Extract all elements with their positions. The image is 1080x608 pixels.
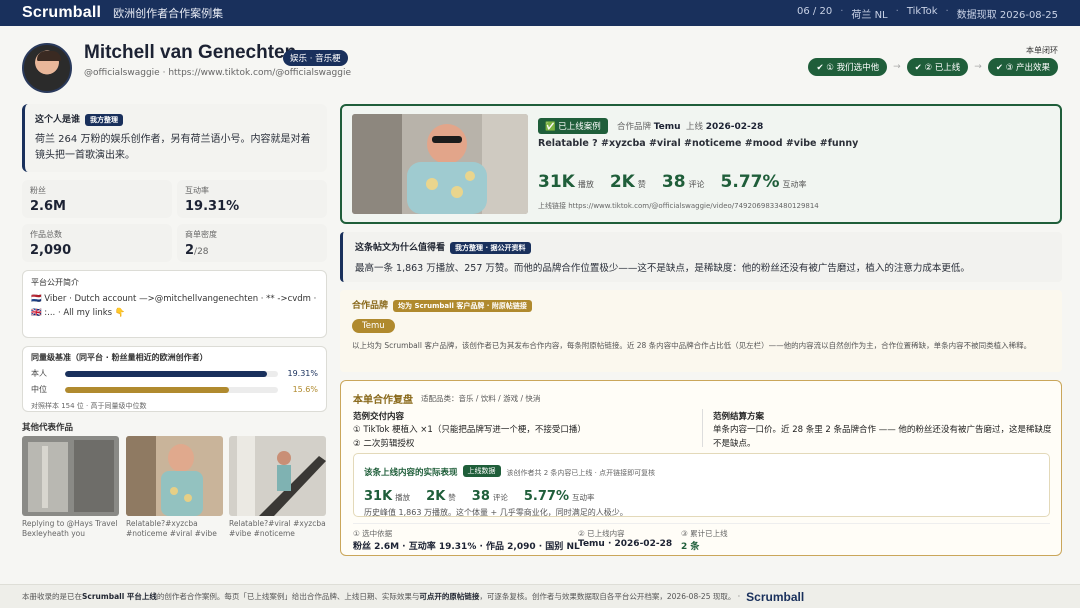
bio-card: 平台公开简介 🇳🇱 Viber · Dutch account —>@mitch… — [22, 270, 327, 338]
step-selected: ✔ ① 我们选中他 — [808, 58, 888, 76]
inner-desc: 历史峰值 1,863 万播放。这个体量 + 几乎零商业化，同时满足的人极少。 — [364, 508, 628, 517]
deliver-item-1: ① TikTok 梗植入 ×1（只能把品牌写进一个梗，不接受口播） — [353, 425, 586, 435]
metric-views: 31K 播放 — [538, 172, 594, 192]
who-desc: 荷兰 264 万粉的娱乐创作者，另有荷兰语小号。内容就是对着镜头把一首歌演出来。 — [35, 133, 311, 161]
metric-engagement: 5.77% 互动率 — [720, 172, 807, 192]
bio-line-2: 🇬🇧 :... · All my links 👇 — [31, 308, 126, 318]
foot-value-3: 2 条 — [681, 542, 700, 552]
other-work-caption-2: Relatable?#xyzcba #noticeme #viral #vibe — [126, 519, 217, 538]
step-live: ✔ ② 已上线 — [906, 58, 969, 76]
region: 荷兰 NL — [851, 9, 888, 21]
divider — [702, 409, 703, 447]
category-tag: 娱乐 · 音乐梗 — [283, 47, 348, 66]
avatar — [22, 43, 72, 93]
inner-metric-engagement: 5.77% 互动率 — [523, 489, 595, 504]
live-post-link[interactable]: 上线链接 https://www.tiktok.com/@officialswa… — [538, 201, 819, 211]
handle: @officialswaggie — [84, 68, 160, 78]
other-work-thumb-2[interactable] — [126, 436, 223, 516]
inner-metrics: 31K 播放 2K 赞 38 评论 5.77% 互动率 — [364, 485, 1039, 504]
benchmark-row-median: 中位 15.6% — [31, 385, 318, 394]
brand-title: 合作品牌 — [352, 301, 389, 311]
inner-metric-likes: 2K 赞 — [426, 489, 456, 504]
why-desc: 最高一条 1,863 万播放、257 万赞。而他的品牌合作位置极少——这不是缺点… — [355, 262, 970, 274]
live-case-tag: ✅ 已上线案例 — [538, 118, 608, 134]
arrow-icon: → — [893, 62, 901, 72]
review-categories: 适配品类：音乐 / 饮料 / 游戏 / 快消 — [421, 394, 541, 403]
arrow-icon: → — [974, 62, 982, 72]
footer: 本册收录的是已在 Scrumball 平台上线 的创作者合作案例。每页「已上线案例… — [0, 584, 1080, 608]
settle-desc: 单条内容一口价。近 28 条里 2 条品牌合作 —— 他的粉丝还没有被广告磨过，… — [713, 425, 1052, 449]
foot-label-1: ① 选中依据 — [353, 529, 393, 538]
inner-tag: 上线数据 — [462, 464, 501, 477]
loop-label: 本单闭环 — [1026, 46, 1058, 55]
live-video-thumbnail[interactable] — [352, 114, 528, 214]
foot-label-3: ③ 累计已上线 — [681, 529, 728, 538]
data-date: 数据现取 2026-08-25 — [956, 9, 1058, 21]
handle-line: @officialswaggie · https://www.tiktok.co… — [84, 68, 351, 78]
inner-metric-comments: 38 评论 — [471, 489, 508, 504]
other-work-caption-3: Relatable?#viral #xyzcba #vibe #noticeme — [229, 519, 326, 538]
metric-likes: 2K 赞 — [609, 172, 646, 192]
other-work-thumb-3[interactable] — [229, 436, 326, 516]
inner-note: 该创作者共 2 条内容已上线 · 点开链接即可复核 — [506, 469, 656, 477]
creator-name: Mitchell van Genechten — [84, 42, 297, 63]
brand-chip-temu[interactable]: Temu — [352, 318, 395, 333]
live-brand-line: 合作品牌 Temu 上线 2026-02-28 — [617, 122, 764, 132]
review-title: 本单合作复盘 — [353, 395, 413, 406]
stat-posts: 作品总数 2,090 — [22, 224, 172, 262]
stat-engagement: 互动率 19.31% — [177, 180, 327, 218]
live-brand: Temu — [653, 122, 681, 132]
live-metrics: 31K 播放 2K 赞 38 评论 5.77% 互动率 — [538, 172, 807, 192]
stat-ad-density: 商单密度 2/28 — [177, 224, 327, 262]
deliver-title: 范例交付内容 — [353, 412, 405, 422]
live-case-card: ✅ 已上线案例 合作品牌 Temu 上线 2026-02-28 Relatabl… — [340, 104, 1062, 224]
profile-link[interactable]: https://www.tiktok.com/@officialswaggie — [168, 68, 351, 78]
benchmark-bar-self — [65, 370, 268, 377]
footer-logo: Scrumball — [746, 589, 805, 604]
review-card: 本单合作复盘 适配品类：音乐 / 饮料 / 游戏 / 快消 范例交付内容 ① T… — [340, 380, 1062, 556]
why-card: 这条帖文为什么值得看 我方整理 · 据公开资料 最高一条 1,863 万播放、25… — [340, 232, 1062, 282]
who-tag: 我方整理 — [85, 113, 124, 126]
live-date: 2026-02-28 — [705, 122, 764, 132]
page-number: 06 / 20 — [797, 5, 833, 17]
book-title: 欧洲创作者合作案例集 — [113, 7, 224, 20]
who-card: 这个人是谁 我方整理 荷兰 264 万粉的娱乐创作者，另有荷兰语小号。内容就是对着… — [22, 104, 327, 172]
other-work-caption-1: Replying to @Hays Travel Bexleyheath you — [22, 519, 118, 538]
benchmark-bar-median — [65, 386, 229, 393]
benchmark-card: 同量级基准（同平台 · 粉丝量相近的欧洲创作者） 本人 19.31% 中位 15… — [22, 346, 327, 412]
settle-title: 范例结算方案 — [713, 412, 765, 422]
divider — [353, 523, 1050, 524]
inner-title: 该条上线内容的实际表现 — [364, 468, 458, 478]
bio-title: 平台公开简介 — [31, 278, 79, 287]
top-bar: Scrumball 欧洲创作者合作案例集 06 / 20 · 荷兰 NL · Tik… — [0, 0, 1080, 26]
benchmark-row-self: 本人 19.31% — [31, 369, 318, 378]
brand-card: 合作品牌 均为 Scrumball 客户品牌 · 附原帖链接 Temu 以上均为 … — [340, 290, 1062, 372]
benchmark-title: 同量级基准（同平台 · 粉丝量相近的欧洲创作者） — [31, 353, 208, 362]
page-meta: 06 / 20 · 荷兰 NL · TikTok · 数据现取 2026-08-25 — [797, 5, 1058, 21]
stat-followers: 粉丝 2.6M — [22, 180, 172, 218]
metric-comments: 38 评论 — [661, 172, 705, 192]
foot-value-1: 粉丝 2.6M · 互动率 19.31% · 作品 2,090 · 国别 NL — [353, 542, 580, 552]
deliver-item-2: ② 二次剪辑授权 — [353, 439, 415, 449]
foot-value-2: Temu · 2026-02-28 — [578, 539, 673, 549]
scrumball-logo[interactable]: Scrumball — [22, 4, 101, 22]
bio-line-1: 🇳🇱 Viber · Dutch account —>@mitchellvang… — [31, 294, 317, 304]
loop-steps: ✔ ① 我们选中他 → ✔ ② 已上线 → ✔ ③ 产出效果 — [808, 58, 1058, 76]
foot-label-2: ② 已上线内容 — [578, 529, 625, 538]
why-title: 这条帖文为什么值得看 — [355, 243, 446, 253]
benchmark-note: 对照样本 154 位 · 高于同量级中位数 — [31, 402, 147, 410]
others-title: 其他代表作品 — [22, 423, 74, 433]
brand-desc: 以上均为 Scrumball 客户品牌，该创作者已为其发布合作内容，每条附原帖链… — [352, 340, 1032, 350]
brand-tag: 均为 Scrumball 客户品牌 · 附原帖链接 — [393, 299, 532, 312]
inner-metric-views: 31K 播放 — [364, 489, 411, 504]
step-result: ✔ ③ 产出效果 — [987, 58, 1058, 76]
other-work-thumb-1[interactable] — [22, 436, 119, 516]
live-post-caption: Relatable ? #xyzcba #viral #noticeme #mo… — [538, 138, 859, 149]
actual-performance-box: 该条上线内容的实际表现 上线数据 该创作者共 2 条内容已上线 · 点开链接即可复核… — [353, 453, 1050, 517]
who-title: 这个人是谁 — [35, 115, 81, 125]
why-tag: 我方整理 · 据公开资料 — [450, 241, 531, 254]
platform: TikTok — [906, 5, 938, 17]
